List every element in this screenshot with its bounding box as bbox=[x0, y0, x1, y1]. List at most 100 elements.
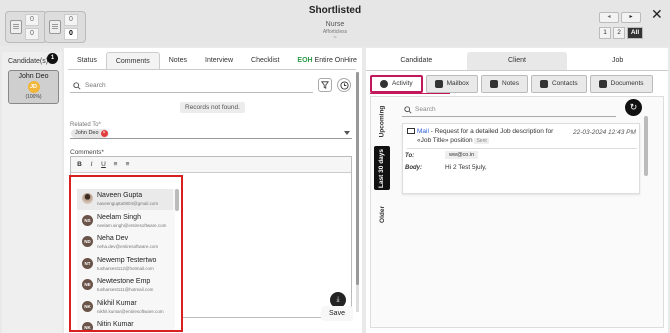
mention-item[interactable]: Naveen Gupta naveengupta0804@gmail.com bbox=[77, 189, 173, 210]
save-button[interactable]: Save bbox=[321, 306, 353, 321]
prev-button[interactable]: ◂ bbox=[599, 12, 619, 23]
page-1-button[interactable]: 1 bbox=[599, 27, 611, 39]
scrollbar-thumb[interactable] bbox=[356, 72, 359, 285]
mail-dash: - bbox=[430, 128, 433, 135]
tab-label: Entire OnHire bbox=[314, 57, 357, 64]
mail-icon bbox=[407, 128, 415, 134]
search-placeholder: Search bbox=[415, 106, 436, 113]
tab-upcoming[interactable]: Upcoming bbox=[374, 100, 390, 142]
subtab-label: Contacts bbox=[551, 80, 578, 87]
subtab-contacts[interactable]: Contacts bbox=[530, 75, 587, 93]
mail-activity-card[interactable]: Mail - Request for a detailed Job descri… bbox=[402, 123, 640, 194]
close-icon[interactable]: ✕ bbox=[651, 7, 663, 21]
mention-item[interactable]: NK Nikhil Kumar nikhil.kumar@entiresoftwar… bbox=[77, 297, 173, 318]
notes-icon bbox=[490, 80, 498, 88]
tab-divider bbox=[366, 70, 668, 71]
search-input[interactable] bbox=[85, 82, 285, 89]
next-button[interactable]: ▸ bbox=[621, 12, 641, 23]
mention-scrollbar[interactable] bbox=[175, 189, 179, 211]
mail-type-link[interactable]: Mail bbox=[417, 128, 429, 135]
vtab-label: Older bbox=[378, 205, 386, 223]
tilde-mark: ~ bbox=[333, 35, 337, 41]
divider bbox=[407, 148, 637, 149]
underline-button[interactable]: U bbox=[98, 159, 109, 170]
comments-search[interactable] bbox=[70, 79, 313, 93]
documents-icon bbox=[598, 80, 607, 88]
mention-item[interactable]: NE Newtestone Emp tusharsest111@hotmail.co… bbox=[77, 275, 173, 296]
mail-header: Mail - Request for a detailed Job descri… bbox=[417, 127, 567, 146]
tab-older[interactable]: Older bbox=[374, 196, 390, 232]
italic-button[interactable]: I bbox=[86, 159, 97, 170]
tab-job[interactable]: Job bbox=[567, 52, 668, 70]
vtab-label: Last 30 days bbox=[378, 148, 386, 188]
mention-item[interactable]: ND Neha Dev neha.dev@entiresoftware.com bbox=[77, 232, 173, 253]
activity-subtabs: Activity Mailbox Notes Contacts Document… bbox=[370, 75, 653, 93]
candidate-name: John Deo bbox=[18, 73, 49, 80]
top-header: 0 0 0 0 Shortlisted Nurse Afforticless ~… bbox=[0, 0, 670, 46]
subtab-documents[interactable]: Documents bbox=[589, 75, 653, 93]
add-comment-button[interactable] bbox=[337, 78, 351, 92]
tab-candidate[interactable]: Candidate bbox=[366, 52, 467, 70]
subtab-activity[interactable]: Activity bbox=[370, 75, 423, 93]
filter-button[interactable] bbox=[318, 78, 332, 92]
avatar: NE bbox=[82, 279, 93, 290]
candidates-label: Candidate(s) bbox=[8, 58, 49, 65]
search-icon bbox=[404, 105, 412, 114]
mention-name: Neelam Singh bbox=[97, 213, 141, 221]
mailbox-icon bbox=[434, 80, 443, 88]
mention-item[interactable]: NT Newemp Testertwo tusharsest112@hotmail.… bbox=[77, 254, 173, 275]
tab-comments[interactable]: Comments bbox=[105, 52, 160, 70]
mention-email: tusharsest112@hotmail.com bbox=[97, 265, 154, 271]
avatar: NK bbox=[82, 322, 93, 330]
chip-label: John Deo bbox=[75, 130, 99, 136]
status-badge: Sent bbox=[474, 138, 489, 144]
page-2-button[interactable]: 2 bbox=[613, 27, 625, 39]
mention-email: tusharsest111@hotmail.com bbox=[97, 287, 154, 292]
bold-button[interactable]: B bbox=[74, 159, 85, 170]
mention-dropdown: Naveen Gupta naveengupta0804@gmail.com NS N… bbox=[69, 175, 183, 332]
chevron-down-icon[interactable] bbox=[344, 131, 350, 135]
tab-entire-onhire[interactable]: EOH Entire OnHire bbox=[288, 52, 366, 70]
avatar bbox=[82, 193, 93, 204]
mention-name: Neha Dev bbox=[97, 235, 129, 242]
body-label: Body: bbox=[405, 165, 422, 171]
subtab-notes[interactable]: Notes bbox=[481, 75, 528, 93]
ordered-list-button[interactable]: ≡ bbox=[110, 159, 121, 170]
tab-checklist[interactable]: Checklist bbox=[242, 52, 288, 70]
candidate-card[interactable]: John Deo JD (100%) bbox=[8, 70, 59, 104]
tab-client[interactable]: Client bbox=[466, 52, 568, 70]
mention-item[interactable]: NS Neelam Singh neelam.singh@entiresoftwar… bbox=[77, 211, 173, 232]
contacts-icon bbox=[539, 80, 548, 88]
mention-list: Naveen Gupta naveengupta0804@gmail.com NS N… bbox=[77, 189, 175, 330]
candidate-percent: (100%) bbox=[25, 94, 42, 100]
tab-interview[interactable]: Interview bbox=[196, 52, 242, 70]
candidate-count-badge: 1 bbox=[47, 53, 58, 64]
page-title: Shortlisted bbox=[308, 5, 362, 16]
job-title: Nurse bbox=[325, 21, 345, 28]
remove-chip-icon[interactable]: × bbox=[100, 130, 108, 137]
mention-name: Newtestone Emp bbox=[97, 278, 151, 285]
tab-status[interactable]: Status bbox=[68, 52, 106, 70]
avatar: JD bbox=[27, 81, 40, 93]
right-scrollbar[interactable] bbox=[644, 116, 648, 176]
editor-toolbar: B I U ≡ ≡ bbox=[71, 157, 351, 173]
right-tabs: Candidate Client Job bbox=[366, 52, 668, 70]
refresh-icon[interactable]: ↻ bbox=[625, 99, 642, 116]
subtab-mailbox[interactable]: Mailbox bbox=[425, 75, 478, 93]
onhire-logo-icon: EOH bbox=[297, 57, 313, 64]
search-icon bbox=[73, 81, 81, 90]
tab-notes[interactable]: Notes bbox=[160, 52, 196, 70]
unordered-list-button[interactable]: ≡ bbox=[122, 159, 133, 170]
subtab-label: Documents bbox=[610, 80, 644, 87]
mention-item[interactable]: NK Nitin Kumar bbox=[77, 318, 173, 330]
mention-email: neelam.singh@entiresoftware.com bbox=[97, 222, 167, 228]
page-all-button[interactable]: All bbox=[627, 27, 643, 39]
related-chip: John Deo × bbox=[71, 129, 109, 138]
tab-last-30-days[interactable]: Last 30 days bbox=[374, 146, 390, 190]
related-to-select[interactable]: John Deo × bbox=[70, 128, 352, 139]
scrollbar[interactable] bbox=[356, 72, 359, 312]
activity-search[interactable]: Search bbox=[402, 103, 616, 117]
comments-label: Comments* bbox=[70, 149, 104, 156]
mention-email: neha.dev@entiresoftware.com bbox=[97, 244, 159, 249]
subtab-label: Notes bbox=[502, 80, 519, 87]
